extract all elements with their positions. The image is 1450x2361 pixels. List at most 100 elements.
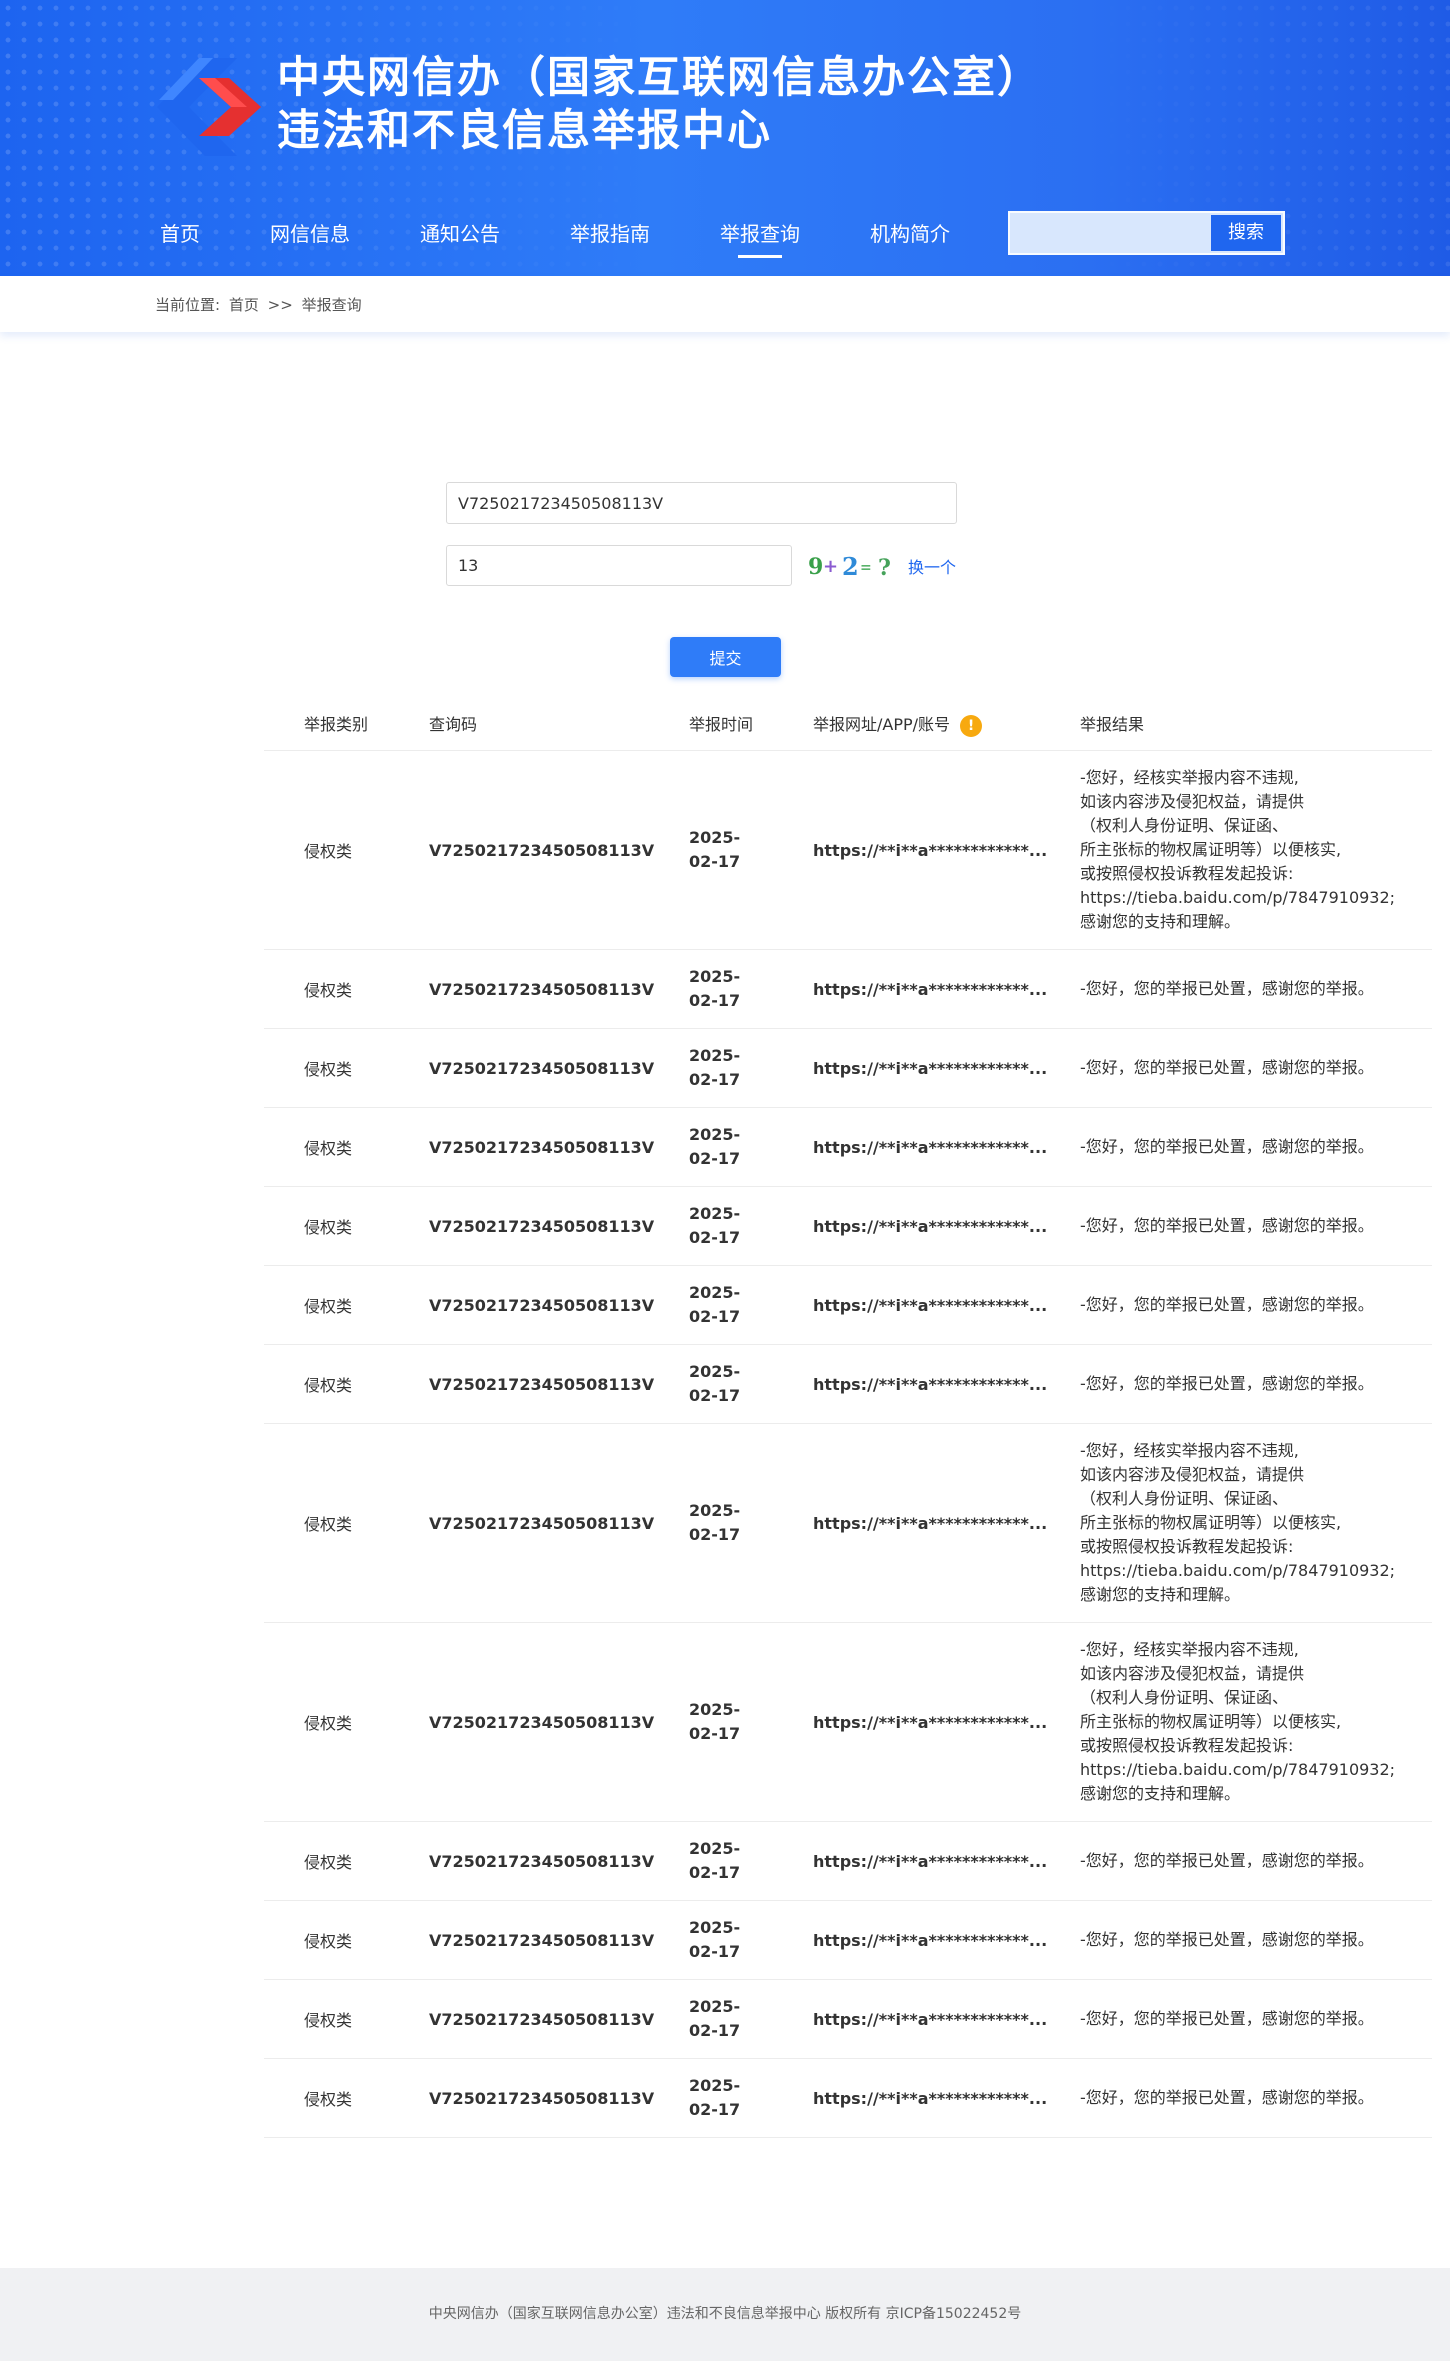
row-report-result: -您好，您的举报已处置，感谢您的举报。 [1080,1980,1425,2058]
breadcrumb-home[interactable]: 首页 [229,296,259,314]
breadcrumb: 当前位置: 首页 >> 举报查询 [155,294,366,315]
row-report-result: -您好，您的举报已处置，感谢您的举报。 [1080,1187,1425,1265]
row-report-url: https://**i**a************... [813,1513,1048,1533]
table-row[interactable]: 侵权类 V725021723450508113V 2025- 02-17 https:/… [264,1266,1432,1345]
row-report-date-part: 02-17 [689,1228,741,1247]
row-query-code: V725021723450508113V [429,1216,655,1236]
submit-button[interactable]: 提交 [670,637,781,677]
table-row[interactable]: 侵权类 V725021723450508113V 2025- 02-17 https:/… [264,1424,1432,1623]
table-row[interactable]: 侵权类 V725021723450508113V 2025- 02-17 https:/… [264,1901,1432,1980]
row-query-code: V725021723450508113V [429,1058,655,1078]
table-row[interactable]: 侵权类 V725021723450508113V 2025- 02-17 https:/… [264,1187,1432,1266]
nav-report-guide[interactable]: 举报指南 [570,212,650,256]
row-report-result: -您好，您的举报已处置，感谢您的举报。 [1080,1108,1425,1186]
table-row[interactable]: 侵权类 V725021723450508113V 2025- 02-17 https:/… [264,1345,1432,1424]
row-report-url: https://**i**a************... [813,1216,1048,1236]
row-report-date: 2025- 02-17 [689,1108,759,1186]
row-report-url: https://**i**a************... [813,979,1048,999]
captcha-image[interactable]: 9 + 2 = ? [806,551,906,581]
row-report-result-line: -您好，经核实举报内容不违规, [1080,768,1299,787]
row-report-result-line: -您好，您的举报已处置，感谢您的举报。 [1080,1058,1374,1077]
row-report-result-line: -您好，经核实举报内容不违规, [1080,1441,1299,1460]
row-category: 侵权类 [304,1515,353,1534]
row-report-result-line: -您好，您的举报已处置，感谢您的举报。 [1080,1216,1374,1235]
row-report-result-line: -您好，经核实举报内容不违规, [1080,1640,1299,1659]
captcha-input[interactable] [446,545,792,586]
table-row[interactable]: 侵权类 V725021723450508113V 2025- 02-17 https:/… [264,1029,1432,1108]
row-report-url: https://**i**a************... [813,1058,1048,1078]
captcha-refresh-link[interactable]: 换一个 [908,554,956,578]
table-row[interactable]: 侵权类 V725021723450508113V 2025- 02-17 https:/… [264,1623,1432,1822]
table-row[interactable]: 侵权类 V725021723450508113V 2025- 02-17 https:/… [264,2059,1432,2138]
site-header: 中央网信办（国家互联网信息办公室） 违法和不良信息举报中心 首页 网信信息 通知… [0,0,1450,276]
row-report-date-part: 2025- [689,1362,741,1381]
row-query-code: V725021723450508113V [429,1930,655,1950]
row-report-date: 2025- 02-17 [689,1029,759,1107]
table-row[interactable]: 侵权类 V725021723450508113V 2025- 02-17 https:/… [264,950,1432,1029]
table-row[interactable]: 侵权类 V725021723450508113V 2025- 02-17 https:/… [264,1108,1432,1187]
row-report-date-part: 2025- [689,1501,741,1520]
nav-notices[interactable]: 通知公告 [420,212,500,256]
row-query-code: V725021723450508113V [429,2009,655,2029]
nav-report-query[interactable]: 举报查询 [720,212,800,258]
row-category: 侵权类 [304,1218,353,1237]
nav-cyber-info[interactable]: 网信信息 [270,212,350,256]
row-report-result: -您好，您的举报已处置，感谢您的举报。 [1080,1822,1425,1900]
row-category: 侵权类 [304,1139,353,1158]
row-category: 侵权类 [304,1376,353,1395]
site-logo-icon[interactable] [143,58,261,156]
nav-home[interactable]: 首页 [160,212,200,256]
row-category: 侵权类 [304,981,353,1000]
row-report-date-part: 02-17 [689,991,741,1010]
row-report-date-part: 2025- [689,1125,741,1144]
table-row[interactable]: 侵权类 V725021723450508113V 2025- 02-17 https:/… [264,1980,1432,2059]
row-report-date-part: 2025- [689,2076,741,2095]
table-row[interactable]: 侵权类 V725021723450508113V 2025- 02-17 https:/… [264,1822,1432,1901]
search-button[interactable]: 搜索 [1211,215,1281,251]
row-report-result-line: （权利人身份证明、保证函、 [1080,1489,1289,1508]
row-report-date: 2025- 02-17 [689,1345,759,1423]
row-report-date-part: 02-17 [689,1724,741,1743]
row-report-result-line: 所主张标的物权属证明等）以便核实, [1080,840,1342,859]
search-input[interactable] [1010,213,1214,253]
row-report-result-line: 所主张标的物权属证明等）以便核实, [1080,1513,1342,1532]
svg-text:2: 2 [842,552,859,581]
warning-icon[interactable]: ! [960,714,983,737]
row-report-date-part: 2025- [689,1283,741,1302]
table-row[interactable]: 侵权类 V725021723450508113V 2025- 02-17 https:/… [264,751,1432,950]
row-report-date: 2025- 02-17 [689,1266,759,1344]
row-report-result-line: https://tieba.baidu.com/p/7847910932; [1080,1760,1396,1779]
row-report-date-part: 2025- [689,967,741,986]
nav-about[interactable]: 机构简介 [870,212,950,256]
svg-text:+: + [823,556,838,577]
breadcrumb-current: 举报查询 [301,296,362,314]
row-query-code: V725021723450508113V [429,1712,655,1732]
row-report-date-part: 2025- [689,1046,741,1065]
header-search: 搜索 [1008,211,1285,255]
row-report-date: 2025- 02-17 [689,1980,759,2058]
row-report-result-line: -您好，您的举报已处置，感谢您的举报。 [1080,1137,1374,1156]
row-report-url: https://**i**a************... [813,2088,1048,2108]
row-category: 侵权类 [304,1853,353,1872]
row-report-date-part: 2025- [689,828,741,847]
row-query-code: V725021723450508113V [429,1295,655,1315]
row-report-result-line: 感谢您的支持和理解。 [1080,1585,1241,1604]
row-report-url: https://**i**a************... [813,1851,1048,1871]
row-report-date-part: 2025- [689,1839,741,1858]
row-report-result: -您好，您的举报已处置，感谢您的举报。 [1080,1266,1425,1344]
row-query-code: V725021723450508113V [429,1851,655,1871]
row-report-result-line: 感谢您的支持和理解。 [1080,912,1241,931]
row-report-result-line: -您好，您的举报已处置，感谢您的举报。 [1080,1851,1374,1870]
table-header: 举报类别 查询码 举报时间 举报网址/APP/账号! 举报结果 [264,700,1432,751]
th-report-url-label: 举报网址/APP/账号 [813,715,951,734]
query-code-input[interactable] [446,482,957,524]
row-report-result-line: https://tieba.baidu.com/p/7847910932; [1080,888,1396,907]
site-title-line1: 中央网信办（国家互联网信息办公室） [277,53,1042,103]
row-category: 侵权类 [304,842,353,861]
svg-text:=: = [860,560,872,576]
row-report-date: 2025- 02-17 [689,950,759,1028]
row-category: 侵权类 [304,1714,353,1733]
row-report-result-line: -您好，您的举报已处置，感谢您的举报。 [1080,1374,1374,1393]
row-report-date-part: 2025- [689,1700,741,1719]
row-report-date-part: 02-17 [689,1942,741,1961]
